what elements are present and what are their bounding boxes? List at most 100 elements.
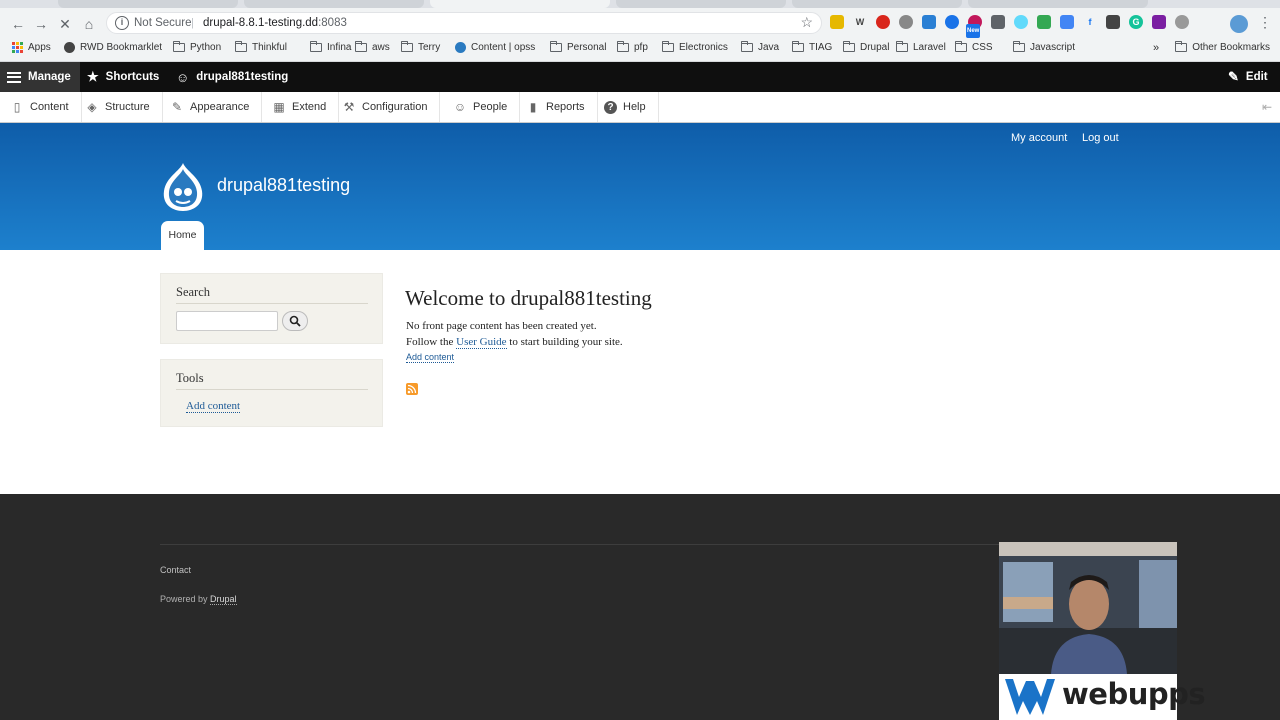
- user-guide-link[interactable]: User Guide: [456, 336, 507, 349]
- bookmark-star-icon[interactable]: ☆: [800, 14, 813, 31]
- star-icon: ★: [87, 69, 99, 84]
- bookmarks-overflow-icon[interactable]: »: [1153, 42, 1159, 54]
- extension-icon[interactable]: [899, 15, 913, 29]
- page-title: Welcome to drupal881testing: [405, 286, 652, 310]
- browser-menu-icon[interactable]: ⋮: [1258, 14, 1272, 31]
- tray-item-reports[interactable]: ▮ Reports: [516, 92, 598, 122]
- bookmark-item[interactable]: Thinkful: [235, 41, 287, 53]
- bookmark-label: RWD Bookmarklet: [80, 42, 163, 53]
- back-icon[interactable]: ←: [8, 14, 28, 34]
- separator: |: [191, 17, 194, 29]
- browser-tab-active[interactable]: [430, 0, 610, 8]
- tray-item-content[interactable]: ▯ Content: [0, 92, 82, 122]
- bookmark-item[interactable]: CSS: [955, 41, 993, 53]
- home-tab[interactable]: Home: [161, 221, 204, 250]
- bookmark-item[interactable]: Terry: [401, 41, 440, 53]
- extension-icon[interactable]: [1037, 15, 1051, 29]
- security-label: Not Secure: [134, 17, 192, 29]
- user-icon: ☺: [176, 69, 190, 85]
- add-content-link[interactable]: Add content: [406, 352, 455, 363]
- bookmark-item[interactable]: Laravel: [896, 41, 946, 53]
- search-button[interactable]: [282, 311, 308, 331]
- extension-icon[interactable]: [922, 15, 936, 29]
- tray-item-help[interactable]: ? Help: [594, 92, 659, 122]
- browser-tab[interactable]: [244, 0, 424, 8]
- tray-item-structure[interactable]: ◈ Structure: [75, 92, 163, 122]
- drupal-logo-icon[interactable]: [160, 161, 206, 213]
- extension-icon[interactable]: [991, 15, 1005, 29]
- bookmark-item[interactable]: TIAG: [792, 41, 833, 53]
- powered-by: Powered by Drupal: [160, 594, 237, 605]
- tray-item-appearance[interactable]: ✎ Appearance: [160, 92, 263, 122]
- bookmark-item[interactable]: Personal: [550, 41, 607, 53]
- extension-icon[interactable]: [830, 15, 844, 29]
- extension-w-icon[interactable]: W: [853, 15, 867, 29]
- home-icon[interactable]: ⌂: [79, 14, 99, 34]
- bookmark-label: TIAG: [809, 42, 833, 53]
- bookmark-item[interactable]: aws: [355, 41, 390, 53]
- bookmark-label: Content | opss: [471, 42, 536, 53]
- bookmark-item[interactable]: Javascript: [1013, 41, 1076, 53]
- bookmark-item[interactable]: Drupal: [843, 41, 889, 53]
- my-account-link[interactable]: My account: [1011, 132, 1067, 144]
- tools-add-content-link[interactable]: Add content: [186, 400, 241, 413]
- rss-feed-icon[interactable]: [406, 383, 418, 395]
- bookmark-label: Electronics: [679, 42, 728, 53]
- info-icon[interactable]: i: [115, 16, 129, 30]
- bookmark-item[interactable]: pfp: [617, 41, 648, 53]
- edit-button[interactable]: ✎ Edit: [1228, 62, 1268, 92]
- site-name[interactable]: drupal881testing: [217, 175, 350, 196]
- bookmark-item[interactable]: Content | opss: [455, 42, 535, 53]
- browser-tab[interactable]: [792, 0, 962, 8]
- bookmark-label: Personal: [567, 42, 607, 53]
- bookmark-item[interactable]: Python: [173, 41, 221, 53]
- extension-icon[interactable]: [1152, 15, 1166, 29]
- search-input[interactable]: [176, 311, 278, 331]
- log-out-link[interactable]: Log out: [1082, 132, 1119, 144]
- bookmark-item[interactable]: Infina: [310, 41, 351, 53]
- other-bookmarks[interactable]: Other Bookmarks: [1175, 41, 1270, 53]
- folder-icon: [843, 41, 855, 52]
- extension-icon[interactable]: [945, 15, 959, 29]
- contact-link[interactable]: Contact: [160, 565, 191, 575]
- folder-icon: [1013, 41, 1025, 52]
- bookmark-item[interactable]: Electronics: [662, 41, 728, 53]
- facebook-icon[interactable]: f: [1083, 15, 1097, 29]
- bookmark-item[interactable]: RWD Bookmarklet: [64, 42, 162, 53]
- extension-icon[interactable]: [1106, 15, 1120, 29]
- bookmark-item[interactable]: Java: [741, 41, 779, 53]
- folder-icon: [741, 41, 753, 52]
- grammarly-icon[interactable]: G: [1129, 15, 1143, 29]
- user-button[interactable]: ☺ drupal881testing: [176, 62, 288, 92]
- extension-new-icon[interactable]: New: [966, 15, 982, 38]
- people-icon: ☺: [453, 100, 467, 114]
- tray-item-label: Appearance: [190, 101, 250, 113]
- shortcuts-button[interactable]: ★ Shortcuts: [87, 62, 159, 92]
- tray-item-people[interactable]: ☺ People: [443, 92, 521, 122]
- bookmark-label: Javascript: [1030, 42, 1076, 53]
- extension-icon[interactable]: [876, 15, 890, 29]
- tray-item-extend[interactable]: ▦ Extend: [262, 92, 340, 122]
- brush-icon: ✎: [171, 100, 183, 114]
- browser-tab[interactable]: [968, 0, 1148, 8]
- extension-icon[interactable]: [1175, 15, 1189, 29]
- manage-button[interactable]: Manage: [0, 62, 80, 92]
- address-bar[interactable]: i Not Secure | drupal-8.8.1-testing.dd:8…: [106, 12, 822, 34]
- browser-tab[interactable]: [616, 0, 786, 8]
- folder-icon: [550, 41, 562, 52]
- drupal-link[interactable]: Drupal: [210, 594, 237, 605]
- forward-icon[interactable]: →: [31, 14, 51, 34]
- extension-icon[interactable]: [1060, 15, 1074, 29]
- search-block: Search: [160, 273, 383, 344]
- bookmark-item[interactable]: Apps: [12, 42, 51, 53]
- stop-icon[interactable]: ✕: [55, 14, 75, 34]
- profile-avatar[interactable]: [1230, 15, 1248, 33]
- react-devtools-icon[interactable]: [1014, 15, 1028, 29]
- tray-item-configuration[interactable]: ⚒ Configuration: [332, 92, 441, 122]
- structure-icon: ◈: [87, 100, 97, 114]
- browser-tab[interactable]: [58, 0, 238, 8]
- bookmarks-bar: Other Bookmarks » Apps RWD Bookmarklet Pyt…: [0, 38, 1280, 62]
- tray-orientation-toggle-icon[interactable]: ⇤: [1262, 100, 1272, 114]
- pencil-icon: ✎: [1228, 69, 1239, 84]
- url-text[interactable]: drupal-8.8.1-testing.dd:8083: [203, 17, 347, 29]
